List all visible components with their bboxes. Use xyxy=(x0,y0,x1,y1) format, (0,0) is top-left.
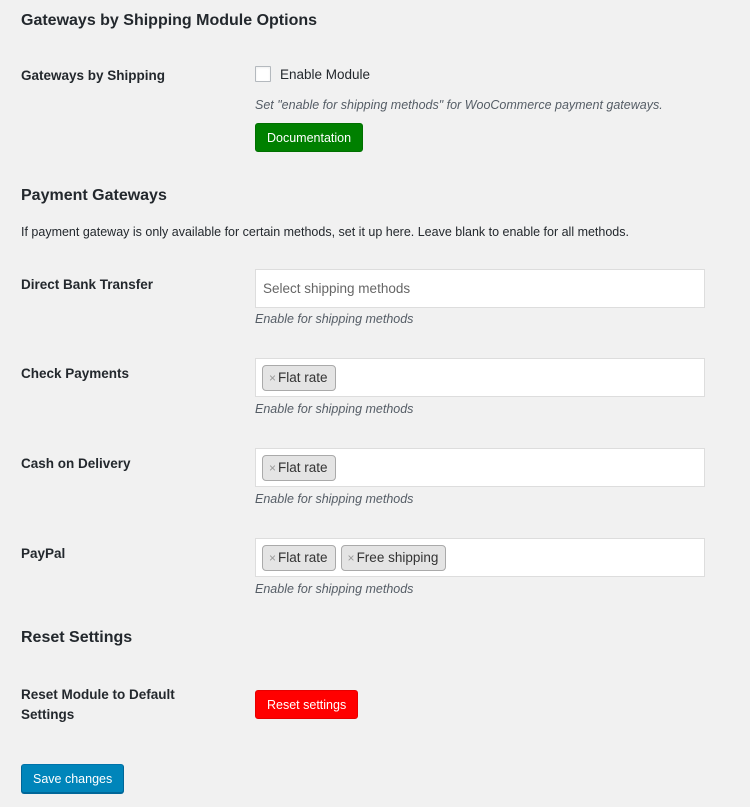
shipping-methods-select-paypal[interactable]: × Flat rate × Free shipping xyxy=(255,538,705,577)
documentation-button[interactable]: Documentation xyxy=(255,123,364,152)
remove-chip-icon[interactable]: × xyxy=(269,551,276,565)
module-options-title: Gateways by Shipping Module Options xyxy=(21,12,318,29)
reset-settings-button[interactable]: Reset settings xyxy=(255,690,359,719)
chip-label: Flat rate xyxy=(278,460,328,475)
shipping-methods-select-check-payments[interactable]: × Flat rate xyxy=(255,358,705,397)
chip-label: Free shipping xyxy=(356,550,439,565)
selected-chip: × Free shipping xyxy=(340,544,447,571)
selected-chip: × Flat rate xyxy=(262,364,336,391)
field-description: Enable for shipping methods xyxy=(255,492,414,506)
enable-module-checkbox[interactable] xyxy=(255,66,271,82)
reset-module-label-line2: Settings xyxy=(21,707,75,722)
remove-chip-icon[interactable]: × xyxy=(269,371,276,385)
gateways-by-shipping-label: Gateways by Shipping xyxy=(21,68,166,83)
reset-settings-title: Reset Settings xyxy=(21,629,133,646)
selected-chip: × Flat rate xyxy=(262,544,336,571)
remove-chip-icon[interactable]: × xyxy=(269,461,276,475)
gateway-label-check-payments: Check Payments xyxy=(21,366,130,381)
field-description: Enable for shipping methods xyxy=(255,582,414,596)
payment-gateways-intro: If payment gateway is only available for… xyxy=(21,225,629,239)
field-description: Enable for shipping methods xyxy=(255,402,414,416)
module-description: Set "enable for shipping methods" for Wo… xyxy=(255,98,663,112)
selected-chip: × Flat rate xyxy=(262,454,336,481)
enable-module-label: Enable Module xyxy=(280,66,371,82)
enable-module-checkbox-row[interactable]: Enable Module xyxy=(255,66,370,82)
reset-module-label-line1: Reset Module to Default xyxy=(21,687,175,702)
gateway-label-direct-bank-transfer: Direct Bank Transfer xyxy=(21,277,154,292)
settings-page: Gateways by Shipping Module Options Gate… xyxy=(0,0,750,807)
gateway-label-cash-on-delivery: Cash on Delivery xyxy=(21,456,131,471)
shipping-methods-select-direct-bank-transfer[interactable]: Select shipping methods xyxy=(255,269,705,308)
reset-module-label: Reset Module to Default Settings xyxy=(21,685,175,725)
select-placeholder: Select shipping methods xyxy=(263,281,411,296)
chip-label: Flat rate xyxy=(278,370,328,385)
payment-gateways-title: Payment Gateways xyxy=(21,187,167,204)
shipping-methods-select-cash-on-delivery[interactable]: × Flat rate xyxy=(255,448,705,487)
chip-label: Flat rate xyxy=(278,550,328,565)
field-description: Enable for shipping methods xyxy=(255,312,414,326)
save-changes-button[interactable]: Save changes xyxy=(21,764,125,793)
gateway-label-paypal: PayPal xyxy=(21,546,66,561)
remove-chip-icon[interactable]: × xyxy=(348,551,355,565)
